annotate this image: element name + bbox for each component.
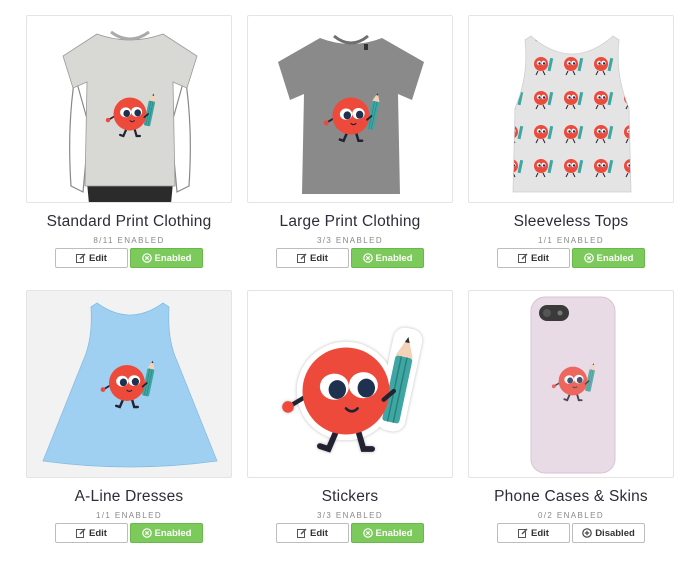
circle-x-icon xyxy=(362,528,373,538)
edit-button[interactable]: Edit xyxy=(55,523,128,543)
circle-plus-icon xyxy=(582,528,592,538)
edit-button[interactable]: Edit xyxy=(497,523,570,543)
edit-label: Edit xyxy=(531,527,549,539)
edit-label: Edit xyxy=(531,252,549,264)
enabled-count: 3/3 ENABLED xyxy=(316,236,384,245)
edit-button[interactable]: Edit xyxy=(276,523,349,543)
product-title: Standard Print Clothing xyxy=(46,213,212,230)
status-label: Disabled xyxy=(595,527,635,539)
edit-button[interactable]: Edit xyxy=(55,248,128,268)
model-tshirt-image xyxy=(62,30,198,202)
product-thumbnail[interactable] xyxy=(468,15,674,203)
edit-icon xyxy=(518,528,528,538)
edit-button[interactable]: Edit xyxy=(497,248,570,268)
edit-label: Edit xyxy=(89,527,107,539)
product-title: Sleeveless Tops xyxy=(513,213,629,230)
enabled-count: 1/1 ENABLED xyxy=(95,511,163,520)
product-title: A-Line Dresses xyxy=(74,488,184,505)
edit-label: Edit xyxy=(89,252,107,264)
enabled-toggle-button[interactable]: Enabled xyxy=(130,248,203,268)
enabled-toggle-button[interactable]: Enabled xyxy=(130,523,203,543)
product-thumbnail[interactable] xyxy=(247,290,453,478)
edit-label: Edit xyxy=(310,527,328,539)
status-label: Enabled xyxy=(375,252,413,264)
product-thumbnail[interactable] xyxy=(26,290,232,478)
status-label: Enabled xyxy=(375,527,413,539)
edit-icon xyxy=(297,253,307,263)
product-title: Stickers xyxy=(321,488,379,505)
edit-icon xyxy=(297,528,307,538)
patterned-tank-top-image xyxy=(512,35,632,193)
status-label: Enabled xyxy=(154,527,192,539)
circle-x-icon xyxy=(141,528,152,538)
enabled-toggle-button[interactable]: Enabled xyxy=(572,248,645,268)
edit-icon xyxy=(518,253,528,263)
enabled-count: 8/11 ENABLED xyxy=(93,236,165,245)
enabled-toggle-button[interactable]: Enabled xyxy=(351,523,424,543)
status-label: Enabled xyxy=(596,252,634,264)
blue-dress-image xyxy=(42,302,218,468)
product-thumbnail[interactable] xyxy=(468,290,674,478)
circle-x-icon xyxy=(362,253,373,263)
enabled-toggle-button[interactable]: Enabled xyxy=(351,248,424,268)
edit-icon xyxy=(76,528,86,538)
product-title: Large Print Clothing xyxy=(279,213,421,230)
product-thumbnail[interactable] xyxy=(26,15,232,203)
phone-case-image xyxy=(530,296,616,474)
status-label: Enabled xyxy=(154,252,192,264)
circle-x-icon xyxy=(583,253,594,263)
sticker-image xyxy=(248,327,423,478)
grey-tshirt-image xyxy=(278,34,424,194)
enabled-count: 1/1 ENABLED xyxy=(537,236,605,245)
product-title: Phone Cases & Skins xyxy=(494,488,648,505)
product-thumbnail[interactable] xyxy=(247,15,453,203)
disabled-toggle-button[interactable]: Disabled xyxy=(572,523,645,543)
edit-button[interactable]: Edit xyxy=(276,248,349,268)
enabled-count: 3/3 ENABLED xyxy=(316,511,384,520)
edit-label: Edit xyxy=(310,252,328,264)
enabled-count: 0/2 ENABLED xyxy=(537,511,605,520)
circle-x-icon xyxy=(141,253,152,263)
edit-icon xyxy=(76,253,86,263)
